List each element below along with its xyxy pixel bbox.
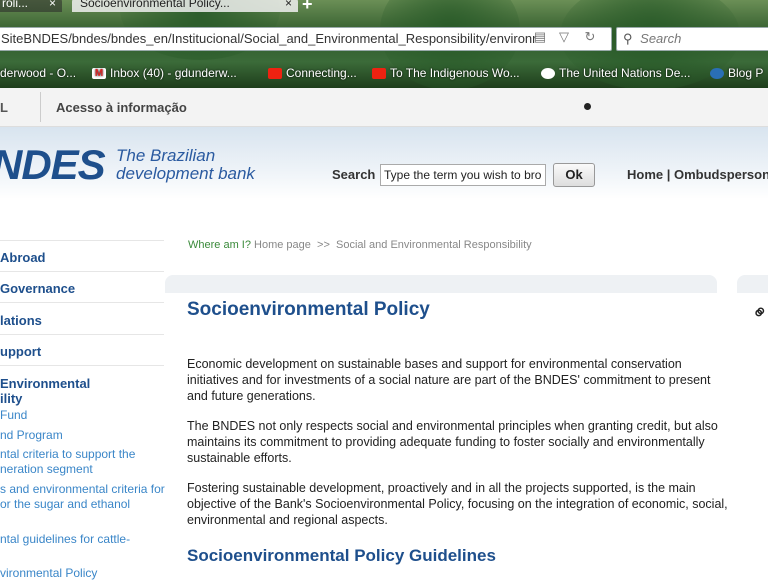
dropdown-arrow-icon[interactable]: ▽ (552, 29, 576, 51)
right-panel-bar (737, 275, 768, 293)
close-icon[interactable]: × (285, 0, 292, 10)
header-links[interactable]: Home | Ombudsperson (627, 167, 768, 182)
youtube-icon (268, 67, 282, 79)
sidebar-subitem[interactable]: ntal guidelines for cattle- (0, 532, 130, 547)
government-top-bar: L Acesso à informação (0, 88, 768, 127)
reader-view-icon[interactable]: ▤ (528, 29, 552, 51)
breadcrumb: Where am I? Home page >> Social and Envi… (188, 239, 532, 251)
content-header-bar (165, 275, 717, 293)
breadcrumb-home-link[interactable]: Home page (254, 239, 311, 251)
sidebar-subitem[interactable]: s and environmental criteria for (0, 482, 165, 497)
breadcrumb-current: Social and Environmental Responsibility (336, 239, 532, 251)
bndes-logo[interactable]: NDES (0, 141, 106, 189)
site-header: NDES The Brazilian development bank Sear… (0, 127, 768, 199)
cursor-dot (584, 103, 591, 110)
breadcrumb-where: Where am I? (188, 239, 251, 251)
wordpress-icon (710, 67, 724, 79)
paragraph: Fostering sustainable development, proac… (187, 481, 728, 527)
reload-icon[interactable]: ↻ (578, 29, 602, 51)
bookmark-item[interactable]: Connecting... (268, 66, 357, 80)
sidebar-item-label: ility (0, 391, 23, 406)
sidebar-subitem[interactable]: vironmental Policy (0, 566, 97, 581)
sidebar-item[interactable]: lations (0, 313, 42, 328)
tagline-line: The Brazilian (116, 146, 216, 165)
divider (0, 240, 164, 241)
sidebar-subitem[interactable]: Fund (0, 408, 27, 423)
page-title: Socioenvironmental Policy (187, 299, 430, 320)
sidebar-subitem[interactable]: or the sugar and ethanol (0, 497, 130, 512)
sidebar-item-label: Environmental (0, 376, 91, 391)
divider (0, 334, 164, 335)
paragraph: The BNDES not only respects social and e… (187, 419, 718, 465)
gmail-icon: M (92, 67, 106, 79)
bookmark-item[interactable]: To The Indigenous Wo... (372, 66, 520, 80)
tagline-line: development bank (116, 164, 255, 183)
new-tab-icon[interactable]: + (302, 0, 313, 15)
address-row: SiteBNDES/bndes/bndes_en/Institucional/S… (0, 24, 768, 54)
bookmark-item[interactable]: M Inbox (40) - gdunderw... (92, 66, 237, 80)
tagline: The Brazilian development bank (116, 147, 255, 183)
browser-chrome: roli... × Socioenvironmental Policy... ×… (0, 0, 768, 88)
divider (0, 365, 164, 366)
link-icon[interactable]: ⚭ (746, 298, 768, 328)
un-icon (541, 67, 555, 79)
bookmark-label: Connecting... (286, 66, 357, 80)
magnifier-icon: ⚲ (623, 31, 633, 46)
search-label: Search (332, 167, 376, 182)
divider (40, 92, 41, 122)
sidebar-item[interactable]: Governance (0, 281, 75, 296)
bookmark-item[interactable]: The United Nations De... (541, 66, 690, 80)
bookmark-item[interactable]: rderwood - O... (0, 66, 76, 80)
bookmark-label: Inbox (40) - gdunderw... (110, 66, 237, 80)
sidebar-subitem[interactable]: ntal criteria to support the (0, 447, 135, 462)
sidebar-subitem[interactable]: neration segment (0, 462, 93, 477)
sidebar-item-active[interactable]: Environmental ility (0, 376, 90, 406)
tab-label: roli... (2, 0, 29, 10)
search-placeholder: Search (640, 31, 682, 46)
bookmark-label: The United Nations De... (559, 66, 691, 80)
paragraph: Economic development on sustainable base… (187, 357, 711, 403)
tab-active[interactable]: Socioenvironmental Policy... × (72, 0, 298, 12)
site-search-input[interactable] (380, 164, 546, 186)
close-icon[interactable]: × (49, 0, 56, 10)
sidebar-item[interactable]: upport (0, 344, 41, 359)
section-heading: Socioenvironmental Policy Guidelines (187, 546, 496, 565)
url-bar[interactable]: SiteBNDES/bndes/bndes_en/Institucional/S… (0, 27, 612, 51)
breadcrumb-separator: >> (317, 239, 330, 251)
access-info-link[interactable]: Acesso à informação (56, 100, 187, 115)
sidebar-subitem[interactable]: nd Program (0, 428, 63, 443)
youtube-icon (372, 67, 386, 79)
bookmarks-bar: rderwood - O... M Inbox (40) - gdunderw.… (0, 62, 768, 86)
bookmark-label: Blog P (728, 66, 764, 80)
bookmark-label: rderwood - O... (0, 66, 77, 80)
divider (0, 271, 164, 272)
tab-label: Socioenvironmental Policy... (80, 0, 230, 10)
divider (0, 302, 164, 303)
ok-button[interactable]: Ok (553, 163, 595, 187)
bookmark-label: To The Indigenous Wo... (390, 66, 520, 80)
url-text: SiteBNDES/bndes/bndes_en/Institucional/S… (1, 31, 537, 46)
top-bar-left-label[interactable]: L (0, 100, 8, 115)
tab-inactive[interactable]: roli... × (0, 0, 62, 12)
sidebar-item[interactable]: Abroad (0, 250, 46, 265)
tab-bar: roli... × Socioenvironmental Policy... ×… (0, 0, 768, 15)
browser-search-input[interactable]: ⚲ Search (616, 27, 768, 51)
bookmark-item[interactable]: Blog P (710, 66, 763, 80)
